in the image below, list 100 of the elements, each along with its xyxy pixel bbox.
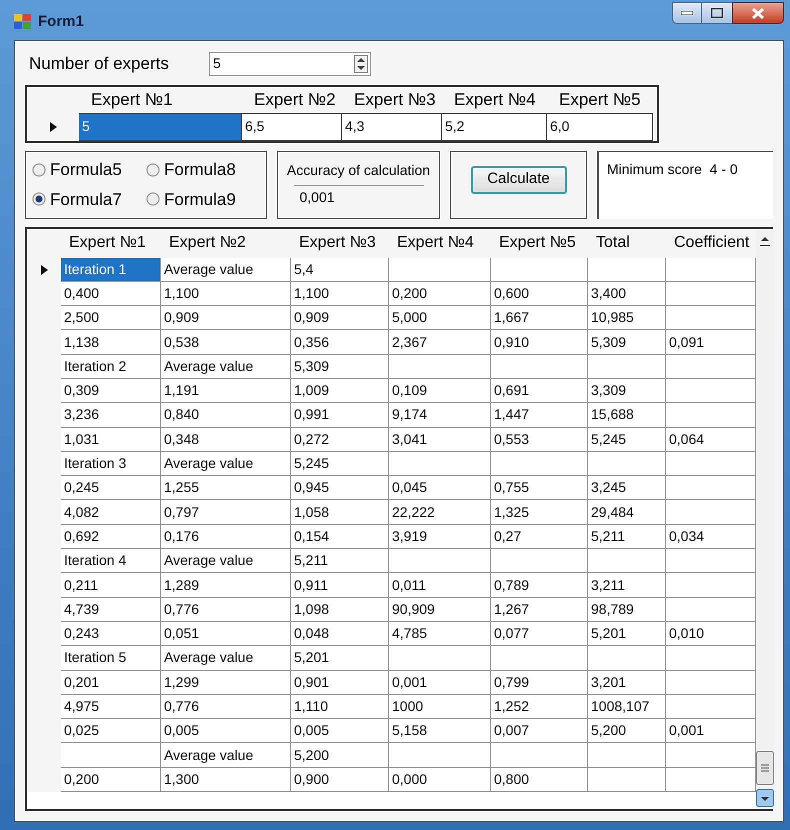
table-cell[interactable]: 0,048 — [291, 622, 389, 646]
table-cell[interactable]: 5,211 — [588, 524, 666, 550]
table-cell[interactable]: 29,484 — [588, 500, 666, 525]
radio-option[interactable]: Formula9 — [146, 186, 260, 212]
column-header[interactable]: Expert №1 — [61, 228, 161, 258]
table-cell[interactable]: 98,789 — [588, 598, 666, 622]
table-cell[interactable]: 0,799 — [491, 670, 588, 695]
table-cell[interactable]: 3,245 — [588, 476, 666, 500]
table-cell[interactable]: 0,910 — [491, 330, 588, 355]
column-header[interactable]: Expert №5 — [547, 86, 653, 112]
table-cell[interactable] — [666, 694, 756, 720]
table-cell[interactable]: 2,500 — [61, 306, 161, 330]
table-cell[interactable]: 1,009 — [291, 378, 389, 404]
table-cell[interactable]: 4,3 — [342, 112, 442, 140]
table-cell[interactable]: 0,007 — [491, 719, 588, 744]
table-cell[interactable] — [666, 403, 756, 428]
table-cell[interactable]: 10,985 — [588, 306, 666, 330]
table-cell[interactable]: 1,325 — [491, 500, 588, 525]
table-cell[interactable]: 0,176 — [161, 524, 291, 550]
table-cell[interactable]: 5,201 — [588, 622, 666, 646]
table-cell[interactable]: Average value — [161, 258, 291, 282]
table-cell[interactable]: 15,688 — [588, 403, 666, 428]
table-cell[interactable]: 0,538 — [161, 330, 291, 355]
table-cell[interactable]: 1,267 — [491, 598, 588, 622]
table-cell[interactable]: 5,309 — [291, 354, 389, 379]
table-cell[interactable]: 2,367 — [389, 330, 491, 355]
table-cell[interactable]: 0,909 — [161, 306, 291, 330]
table-cell[interactable]: 0,27 — [491, 524, 588, 550]
table-cell[interactable]: 0,000 — [389, 768, 491, 792]
table-cell[interactable] — [491, 646, 588, 671]
table-cell[interactable]: 90,909 — [389, 598, 491, 622]
table-cell[interactable] — [666, 500, 756, 525]
table-cell[interactable]: Average value — [161, 452, 291, 476]
table-cell[interactable]: 0,200 — [61, 768, 161, 792]
table-cell[interactable] — [666, 768, 756, 792]
table-cell[interactable]: 0,154 — [291, 524, 389, 550]
scroll-thumb-icon[interactable] — [756, 751, 774, 785]
table-cell[interactable]: 1,299 — [161, 670, 291, 695]
table-cell[interactable]: 0,600 — [491, 282, 588, 306]
table-cell[interactable]: 22,222 — [389, 500, 491, 525]
table-cell[interactable]: 3,211 — [588, 573, 666, 598]
table-cell[interactable]: 4,975 — [61, 694, 161, 720]
table-cell[interactable]: 0,025 — [61, 719, 161, 744]
table-cell[interactable]: 0,245 — [61, 476, 161, 500]
table-cell[interactable]: 0,005 — [291, 719, 389, 744]
table-cell[interactable] — [389, 258, 491, 282]
table-cell[interactable]: Iteration 1 — [61, 258, 161, 282]
table-cell[interactable]: 5,309 — [588, 330, 666, 355]
table-cell[interactable]: 0,945 — [291, 476, 389, 500]
radio-option[interactable]: Formula5 — [32, 157, 146, 182]
table-cell[interactable]: 5,4 — [291, 258, 389, 282]
number-spinner[interactable]: 5 — [209, 52, 371, 76]
table-cell[interactable]: 0,091 — [666, 330, 756, 355]
table-cell[interactable]: 1000 — [389, 694, 491, 720]
table-cell[interactable] — [389, 743, 491, 768]
table-cell[interactable] — [666, 282, 756, 306]
table-cell[interactable]: 1,289 — [161, 573, 291, 598]
table-cell[interactable]: 0,800 — [491, 768, 588, 792]
column-header[interactable]: Expert №3 — [291, 228, 389, 258]
table-cell[interactable]: Iteration 5 — [61, 646, 161, 671]
table-cell[interactable]: 0,691 — [491, 378, 588, 404]
table-cell[interactable] — [588, 452, 666, 476]
table-cell[interactable] — [389, 354, 491, 379]
table-cell[interactable]: 0,005 — [161, 719, 291, 744]
column-header[interactable]: Expert №2 — [161, 228, 291, 258]
table-cell[interactable]: 5,245 — [291, 452, 389, 476]
table-cell[interactable]: 5,200 — [588, 719, 666, 744]
table-cell[interactable]: Iteration 3 — [61, 452, 161, 476]
table-cell[interactable]: 0,011 — [389, 573, 491, 598]
column-header[interactable]: Expert №4 — [442, 86, 547, 112]
calculate-button[interactable]: Calculate — [470, 166, 566, 194]
table-cell[interactable] — [666, 743, 756, 768]
table-cell[interactable]: 1,098 — [291, 598, 389, 622]
table-cell[interactable]: 4,739 — [61, 598, 161, 622]
close-button[interactable] — [732, 2, 784, 24]
table-cell[interactable] — [491, 354, 588, 379]
radio-option[interactable]: Formula7 — [32, 186, 146, 212]
table-cell[interactable] — [588, 354, 666, 379]
table-cell[interactable] — [666, 670, 756, 695]
table-cell[interactable] — [666, 549, 756, 574]
table-cell[interactable]: 0,911 — [291, 573, 389, 598]
table-cell[interactable]: 1,110 — [291, 694, 389, 720]
table-cell[interactable]: 0,272 — [291, 428, 389, 452]
table-cell[interactable]: 0,200 — [389, 282, 491, 306]
table-cell[interactable]: Average value — [161, 354, 291, 379]
table-cell[interactable]: 1,255 — [161, 476, 291, 500]
table-cell[interactable]: 0,045 — [389, 476, 491, 500]
table-cell[interactable]: 9,174 — [389, 403, 491, 428]
table-cell[interactable] — [61, 743, 161, 768]
table-cell[interactable] — [491, 743, 588, 768]
table-cell[interactable]: 0,755 — [491, 476, 588, 500]
table-cell[interactable]: 0,109 — [389, 378, 491, 404]
table-cell[interactable]: 4,082 — [61, 500, 161, 525]
table-cell[interactable]: 5,245 — [588, 428, 666, 452]
table-cell[interactable]: 1,100 — [291, 282, 389, 306]
table-cell[interactable]: 5,000 — [389, 306, 491, 330]
table-cell[interactable]: Iteration 4 — [61, 549, 161, 574]
table-cell[interactable] — [389, 452, 491, 476]
table-cell[interactable]: 1,447 — [491, 403, 588, 428]
table-cell[interactable]: 3,400 — [588, 282, 666, 306]
